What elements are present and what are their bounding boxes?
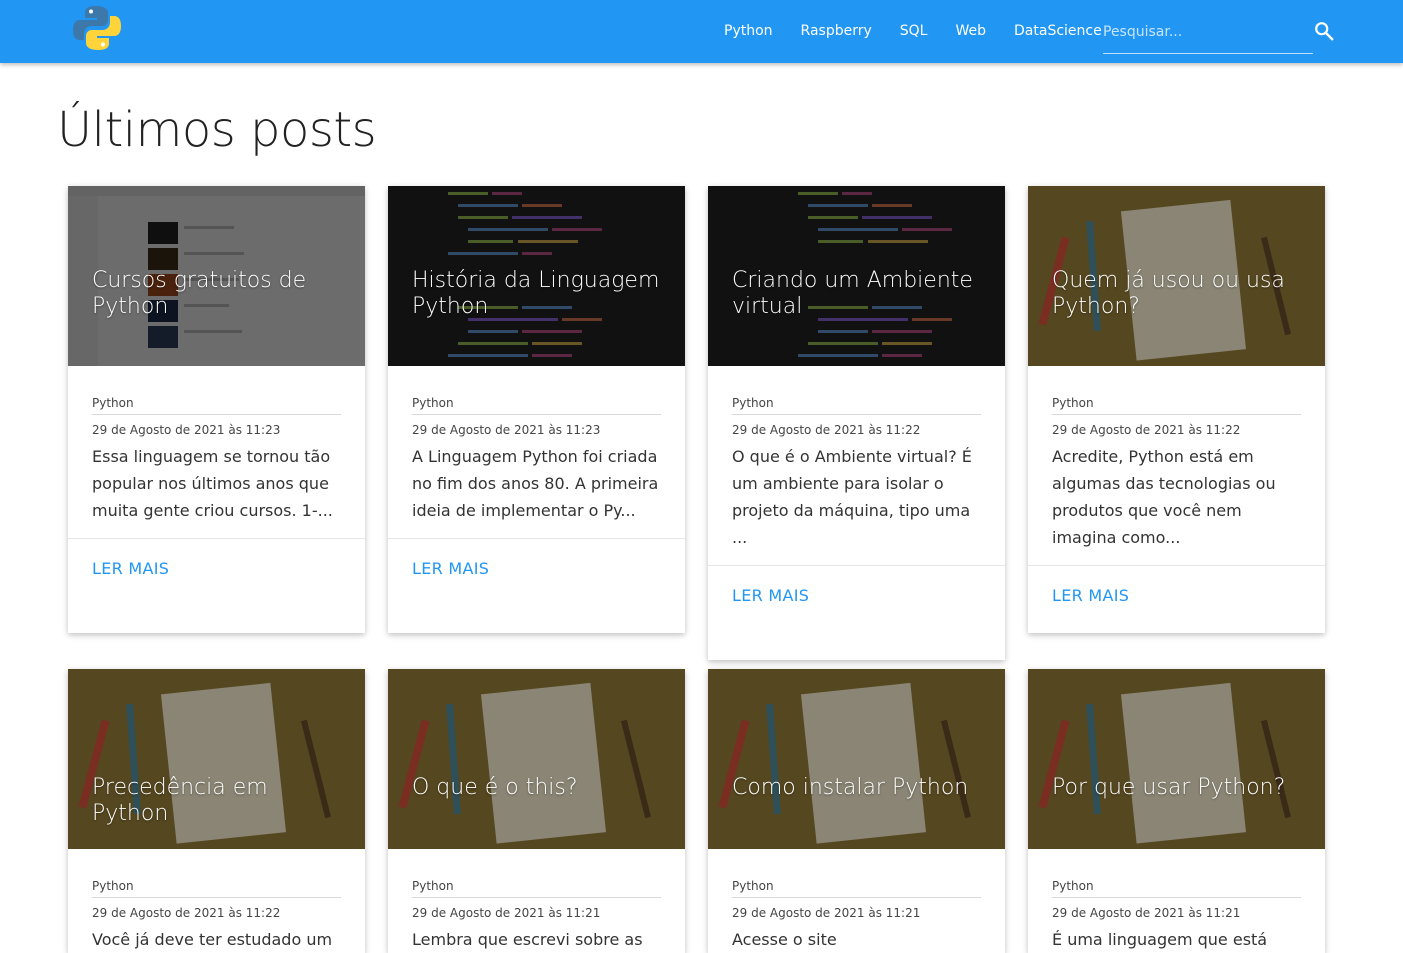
card-image[interactable]: Como instalar Python bbox=[708, 669, 1005, 849]
read-more-link[interactable]: LER MAIS bbox=[92, 559, 169, 578]
artigo-notebook-image bbox=[388, 669, 685, 849]
card-image[interactable]: Quem já usou ou usa Python? bbox=[1028, 186, 1325, 366]
search-box bbox=[1103, 14, 1313, 54]
post-card: O que é o this? Python 29 de Agosto de 2… bbox=[388, 669, 685, 953]
nav-link-sql[interactable]: SQL bbox=[886, 0, 942, 63]
card-content: Python 29 de Agosto de 2021 às 11:21 Ace… bbox=[708, 849, 1005, 953]
post-card: Precedência em Python Python 29 de Agost… bbox=[68, 669, 365, 953]
search-input[interactable] bbox=[1103, 14, 1303, 50]
page-title: Últimos posts bbox=[57, 102, 377, 158]
card-category: Python bbox=[1052, 879, 1301, 898]
artigo-notebook-image bbox=[708, 669, 1005, 849]
nav-link-python[interactable]: Python bbox=[710, 0, 787, 63]
card-category: Python bbox=[92, 879, 341, 898]
card-title: Precedência em Python bbox=[92, 775, 268, 826]
nav-link-datascience[interactable]: DataScience bbox=[1000, 0, 1116, 63]
card-image[interactable]: Criando um Ambiente virtual bbox=[708, 186, 1005, 366]
card-image[interactable]: Cursos gratuitos de Python bbox=[68, 186, 365, 366]
post-card: Quem já usou ou usa Python? Python 29 de… bbox=[1028, 186, 1325, 633]
card-date: 29 de Agosto de 2021 às 11:21 bbox=[732, 906, 921, 920]
card-action: LER MAIS bbox=[708, 565, 1005, 660]
nav-link-raspberry[interactable]: Raspberry bbox=[787, 0, 886, 63]
card-excerpt: Acesse o site bbox=[732, 930, 837, 949]
card-image[interactable]: Precedência em Python bbox=[68, 669, 365, 849]
read-more-link[interactable]: LER MAIS bbox=[412, 559, 489, 578]
search-icon[interactable] bbox=[1313, 20, 1335, 42]
card-excerpt: Essa linguagem se tornou tão popular nos… bbox=[92, 447, 333, 520]
navbar: Python Raspberry SQL Web DataScience bbox=[0, 0, 1403, 63]
post-card: Como instalar Python Python 29 de Agosto… bbox=[708, 669, 1005, 953]
card-content: Python 29 de Agosto de 2021 às 11:21 Lem… bbox=[388, 849, 685, 953]
read-more-link[interactable]: LER MAIS bbox=[1052, 586, 1129, 605]
card-content: Python 29 de Agosto de 2021 às 11:23 Ess… bbox=[68, 366, 365, 524]
card-title: Criando um Ambiente virtual bbox=[732, 268, 973, 319]
card-date: 29 de Agosto de 2021 às 11:21 bbox=[412, 906, 601, 920]
card-category: Python bbox=[412, 396, 661, 415]
card-title: Como instalar Python bbox=[732, 775, 969, 800]
card-image[interactable]: Por que usar Python? bbox=[1028, 669, 1325, 849]
nav-links: Python Raspberry SQL Web DataScience bbox=[710, 0, 1116, 63]
card-action: LER MAIS bbox=[1028, 565, 1325, 633]
card-content: Python 29 de Agosto de 2021 às 11:21 É u… bbox=[1028, 849, 1325, 953]
card-category: Python bbox=[412, 879, 661, 898]
card-action: LER MAIS bbox=[68, 538, 365, 633]
post-card: Criando um Ambiente virtual Python 29 de… bbox=[708, 186, 1005, 660]
card-title: Quem já usou ou usa Python? bbox=[1052, 268, 1285, 319]
card-excerpt: A Linguagem Python foi criada no fim dos… bbox=[412, 447, 659, 520]
python-logo-icon[interactable] bbox=[72, 4, 122, 52]
nav-link-web[interactable]: Web bbox=[941, 0, 1000, 63]
card-excerpt: É uma linguagem que está bbox=[1052, 930, 1268, 949]
card-title: O que é o this? bbox=[412, 775, 578, 800]
post-card: História da Linguagem Python Python 29 d… bbox=[388, 186, 685, 633]
card-date: 29 de Agosto de 2021 às 11:22 bbox=[1052, 423, 1241, 437]
card-action: LER MAIS bbox=[388, 538, 685, 633]
card-date: 29 de Agosto de 2021 às 11:21 bbox=[1052, 906, 1241, 920]
card-content: Python 29 de Agosto de 2021 às 11:22 Acr… bbox=[1028, 366, 1325, 551]
card-category: Python bbox=[1052, 396, 1301, 415]
post-card: Por que usar Python? Python 29 de Agosto… bbox=[1028, 669, 1325, 953]
card-excerpt: Você já deve ter estudado um bbox=[92, 930, 333, 949]
card-title: História da Linguagem Python bbox=[412, 268, 660, 319]
card-category: Python bbox=[732, 396, 981, 415]
card-excerpt: O que é o Ambiente virtual? É um ambient… bbox=[732, 447, 972, 547]
card-category: Python bbox=[92, 396, 341, 415]
card-content: Python 29 de Agosto de 2021 às 11:23 A L… bbox=[388, 366, 685, 524]
artigo-notebook-image bbox=[1028, 669, 1325, 849]
card-image[interactable]: O que é o this? bbox=[388, 669, 685, 849]
card-date: 29 de Agosto de 2021 às 11:22 bbox=[92, 906, 281, 920]
card-image[interactable]: História da Linguagem Python bbox=[388, 186, 685, 366]
post-card: Cursos gratuitos de Python Python 29 de … bbox=[68, 186, 365, 633]
card-title: Por que usar Python? bbox=[1052, 775, 1286, 800]
read-more-link[interactable]: LER MAIS bbox=[732, 586, 809, 605]
card-content: Python 29 de Agosto de 2021 às 11:22 O q… bbox=[708, 366, 1005, 551]
card-excerpt: Acredite, Python está em algumas das tec… bbox=[1052, 447, 1276, 547]
card-date: 29 de Agosto de 2021 às 11:23 bbox=[92, 423, 281, 437]
card-content: Python 29 de Agosto de 2021 às 11:22 Voc… bbox=[68, 849, 365, 953]
card-excerpt: Lembra que escrevi sobre as bbox=[412, 930, 643, 949]
card-date: 29 de Agosto de 2021 às 11:22 bbox=[732, 423, 921, 437]
card-category: Python bbox=[732, 879, 981, 898]
card-title: Cursos gratuitos de Python bbox=[92, 268, 307, 319]
card-date: 29 de Agosto de 2021 às 11:23 bbox=[412, 423, 601, 437]
